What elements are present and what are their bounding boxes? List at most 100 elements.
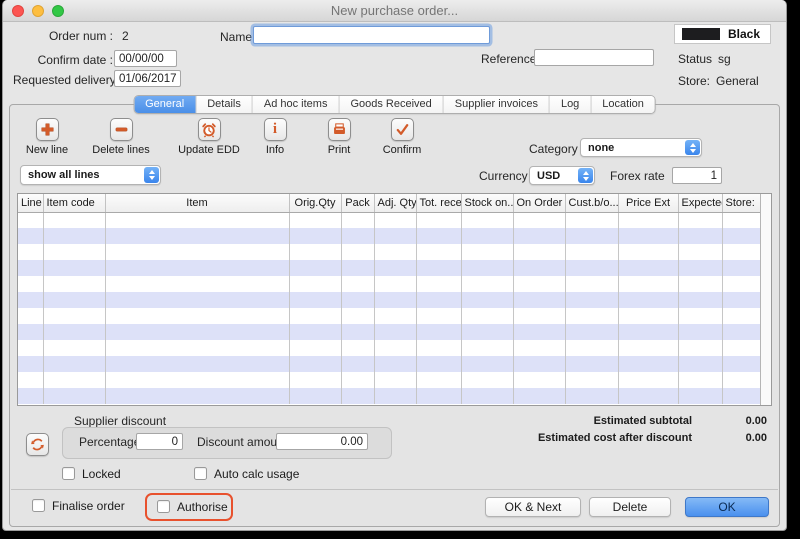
- table-scrollbar[interactable]: [760, 194, 771, 405]
- table-row[interactable]: [18, 388, 762, 404]
- column-header-item-code[interactable]: Item code: [43, 194, 105, 212]
- table-row[interactable]: [18, 292, 762, 308]
- estimated-subtotal-label: Estimated subtotal: [492, 415, 692, 427]
- authorise-checkbox[interactable]: [157, 500, 170, 513]
- estimated-cost-after-discount-value: 0.00: [707, 432, 767, 444]
- currency-dropdown[interactable]: USD: [529, 166, 595, 185]
- currency-value: USD: [537, 170, 560, 182]
- reference-label: Reference: [481, 52, 536, 66]
- store-value: General: [716, 74, 759, 88]
- table-row[interactable]: [18, 276, 762, 292]
- delete-lines-button[interactable]: Delete lines: [76, 118, 166, 156]
- status-row: Status sg: [678, 52, 731, 66]
- finalise-order-checkbox[interactable]: [32, 499, 45, 512]
- column-header-line[interactable]: Line: [18, 194, 43, 212]
- table-row[interactable]: [18, 244, 762, 260]
- table-row[interactable]: [18, 228, 762, 244]
- column-header-pack[interactable]: Pack: [341, 194, 374, 212]
- requested-delivery-input[interactable]: [114, 70, 181, 87]
- table-row[interactable]: [18, 340, 762, 356]
- column-header-tot-rece[interactable]: Tot. rece...: [416, 194, 461, 212]
- table-row[interactable]: [18, 356, 762, 372]
- line-filter-value: show all lines: [28, 169, 100, 181]
- tab-bar: GeneralDetailsAd hoc itemsGoods Received…: [133, 95, 656, 114]
- tab-goods-received[interactable]: Goods Received: [339, 96, 443, 113]
- authorise-highlight-box: Authorise: [145, 493, 233, 521]
- auto-calc-usage-checkbox[interactable]: [194, 467, 207, 480]
- finalise-order-label: Finalise order: [52, 499, 125, 513]
- column-header-store[interactable]: Store:: [722, 194, 762, 212]
- category-label: Category: [529, 142, 578, 156]
- tab-log[interactable]: Log: [550, 96, 591, 113]
- delete-lines-label: Delete lines: [76, 144, 166, 156]
- alarm-clock-icon: [201, 122, 217, 138]
- table-row[interactable]: [18, 324, 762, 340]
- requested-delivery-label: Requested delivery:: [13, 73, 113, 87]
- auto-calc-usage-label: Auto calc usage: [214, 467, 299, 481]
- refresh-icon: [30, 437, 45, 452]
- ok-button[interactable]: OK: [685, 497, 769, 517]
- stepper-arrows-icon: [685, 140, 700, 155]
- column-header-cust-b-o[interactable]: Cust.b/o...: [565, 194, 618, 212]
- status-value: sg: [718, 52, 731, 66]
- column-header-expected[interactable]: Expected...: [678, 194, 722, 212]
- column-header-item[interactable]: Item: [105, 194, 289, 212]
- purchase-order-window: New purchase order... Order num : 2 Name…: [2, 0, 787, 531]
- delete-button[interactable]: Delete: [589, 497, 671, 517]
- table-row[interactable]: [18, 372, 762, 388]
- percentage-input[interactable]: [136, 433, 183, 450]
- name-label: Name: [220, 30, 252, 44]
- reference-input[interactable]: [534, 49, 654, 66]
- recalculate-discount-button[interactable]: [26, 433, 49, 456]
- store-label: Store:: [678, 74, 710, 88]
- authorise-label: Authorise: [177, 500, 228, 514]
- title-bar[interactable]: New purchase order...: [3, 0, 786, 22]
- order-num-value: 2: [122, 29, 129, 43]
- estimated-subtotal-value: 0.00: [707, 415, 767, 427]
- column-header-orig-qty[interactable]: Orig.Qty: [289, 194, 341, 212]
- confirm-date-label: Confirm date :: [21, 53, 113, 67]
- column-header-price-ext[interactable]: Price Ext: [618, 194, 678, 212]
- minus-icon: [114, 122, 129, 137]
- locked-checkbox[interactable]: [62, 467, 75, 480]
- name-input[interactable]: [253, 26, 490, 44]
- order-num-label: Order num :: [23, 29, 113, 43]
- currency-label: Currency: [479, 169, 528, 183]
- line-filter-dropdown[interactable]: show all lines: [20, 165, 161, 185]
- color-swatch-box[interactable]: Black: [674, 24, 771, 44]
- column-header-on-order[interactable]: On Order: [513, 194, 565, 212]
- color-swatch-label: Black: [728, 27, 760, 41]
- ok-and-next-button[interactable]: OK & Next: [485, 497, 581, 517]
- forex-rate-input[interactable]: [672, 167, 722, 184]
- confirm-button[interactable]: Confirm: [357, 118, 447, 156]
- column-header-adj-qty[interactable]: Adj. Qty: [374, 194, 416, 212]
- plus-icon: [40, 122, 55, 137]
- table-row[interactable]: [18, 308, 762, 324]
- tab-general[interactable]: General: [134, 96, 196, 113]
- tab-location[interactable]: Location: [591, 96, 655, 113]
- category-value: none: [588, 142, 614, 154]
- estimated-cost-after-discount-label: Estimated cost after discount: [492, 432, 692, 444]
- status-label: Status: [678, 52, 712, 66]
- table-row[interactable]: [18, 212, 762, 228]
- stepper-arrows-icon: [144, 167, 159, 183]
- table-row[interactable]: [18, 260, 762, 276]
- general-tab-panel: New line Delete lines Update EDD: [9, 104, 780, 527]
- percentage-label: Percentage: [79, 435, 140, 449]
- tab-ad-hoc-items[interactable]: Ad hoc items: [253, 96, 340, 113]
- window-title: New purchase order...: [3, 0, 786, 22]
- stepper-arrows-icon: [578, 168, 593, 183]
- forex-rate-label: Forex rate: [610, 169, 665, 183]
- tab-supplier-invoices[interactable]: Supplier invoices: [444, 96, 550, 113]
- confirm-date-input[interactable]: [114, 50, 177, 67]
- column-header-stock-on[interactable]: Stock on...: [461, 194, 513, 212]
- checkmark-icon: [395, 122, 410, 137]
- locked-label: Locked: [82, 467, 121, 481]
- category-dropdown[interactable]: none: [580, 138, 702, 157]
- store-row: Store: General: [678, 74, 759, 88]
- color-swatch: [682, 28, 720, 40]
- tab-details[interactable]: Details: [196, 96, 253, 113]
- discount-amount-input[interactable]: [276, 433, 368, 450]
- discount-amount-label: Discount amount: [197, 435, 287, 449]
- order-lines-table: LineItem codeItemOrig.QtyPackAdj. QtyTot…: [17, 193, 772, 406]
